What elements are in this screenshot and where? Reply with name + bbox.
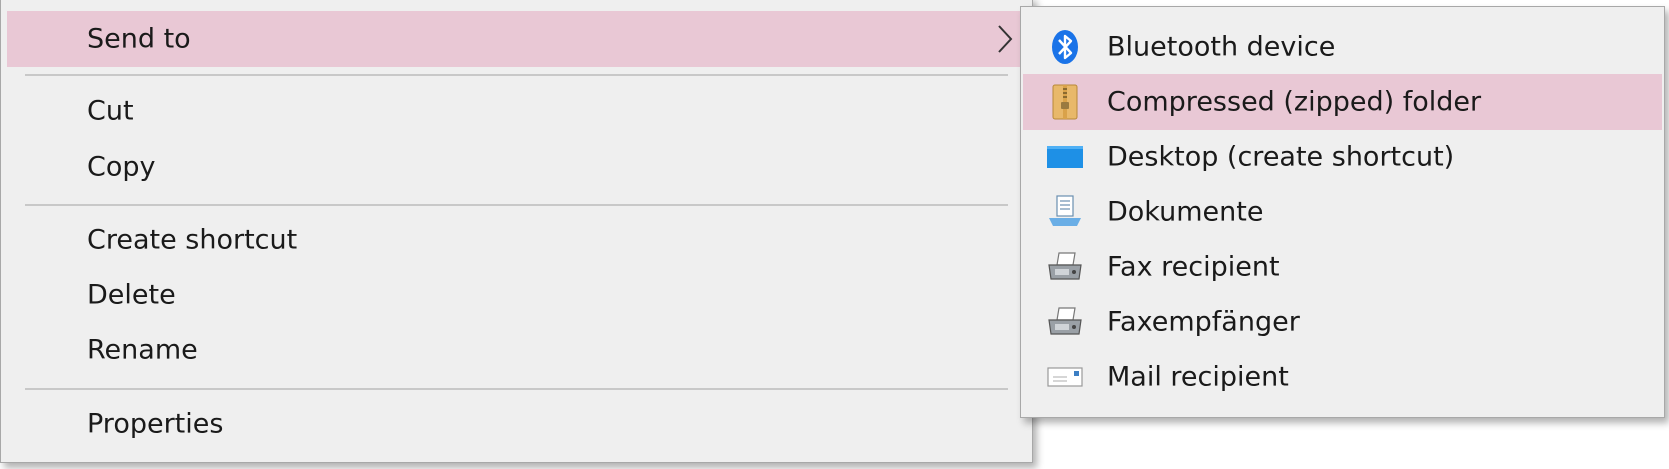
- menu-separator: [25, 74, 1008, 76]
- zip-folder-icon: [1052, 84, 1078, 120]
- context-menu: Send to Cut Copy Create shortcut Delete …: [0, 0, 1033, 463]
- menu-item-label: Send to: [87, 23, 191, 55]
- menu-item-label: Create shortcut: [87, 224, 298, 256]
- menu-item-label: Rename: [87, 334, 198, 366]
- submenu-item-compressed-folder[interactable]: Compressed (zipped) folder: [1023, 74, 1662, 130]
- menu-item-label: Cut: [87, 95, 134, 127]
- menu-item-create-shortcut[interactable]: Create shortcut: [7, 212, 1026, 268]
- menu-item-label: Delete: [87, 279, 176, 311]
- menu-separator: [25, 204, 1008, 206]
- fax-icon: [1048, 307, 1082, 335]
- submenu-item-faxempfaenger[interactable]: Faxempfänger: [1023, 294, 1662, 350]
- mail-icon: [1047, 367, 1083, 387]
- chevron-right-icon: [998, 25, 1013, 53]
- menu-separator: [25, 388, 1008, 390]
- submenu-item-label: Faxempfänger: [1107, 306, 1300, 338]
- menu-item-send-to[interactable]: Send to: [7, 11, 1026, 67]
- menu-item-cut[interactable]: Cut: [7, 83, 1026, 139]
- menu-item-properties[interactable]: Properties: [7, 396, 1026, 452]
- fax-icon: [1048, 252, 1082, 280]
- submenu-item-label: Bluetooth device: [1107, 31, 1336, 63]
- submenu-item-label: Fax recipient: [1107, 251, 1280, 283]
- menu-item-copy[interactable]: Copy: [7, 139, 1026, 195]
- submenu-item-fax-recipient[interactable]: Fax recipient: [1023, 239, 1662, 295]
- menu-item-delete[interactable]: Delete: [7, 267, 1026, 323]
- submenu-item-label: Mail recipient: [1107, 361, 1289, 393]
- submenu-item-desktop[interactable]: Desktop (create shortcut): [1023, 129, 1662, 185]
- submenu-item-label: Dokumente: [1107, 196, 1264, 228]
- submenu-item-dokumente[interactable]: Dokumente: [1023, 184, 1662, 240]
- menu-item-rename[interactable]: Rename: [7, 322, 1026, 378]
- submenu-item-bluetooth-device[interactable]: Bluetooth device: [1023, 19, 1662, 75]
- submenu-item-label: Desktop (create shortcut): [1107, 141, 1455, 173]
- documents-icon: [1049, 195, 1081, 226]
- desktop-icon: [1047, 146, 1083, 168]
- submenu-item-label: Compressed (zipped) folder: [1107, 86, 1482, 118]
- menu-item-label: Copy: [87, 151, 156, 183]
- submenu-item-mail-recipient[interactable]: Mail recipient: [1023, 349, 1662, 405]
- menu-item-label: Properties: [87, 408, 224, 440]
- bluetooth-icon: [1052, 30, 1078, 64]
- send-to-submenu: Bluetooth device Compressed (zipped) fol…: [1020, 6, 1665, 418]
